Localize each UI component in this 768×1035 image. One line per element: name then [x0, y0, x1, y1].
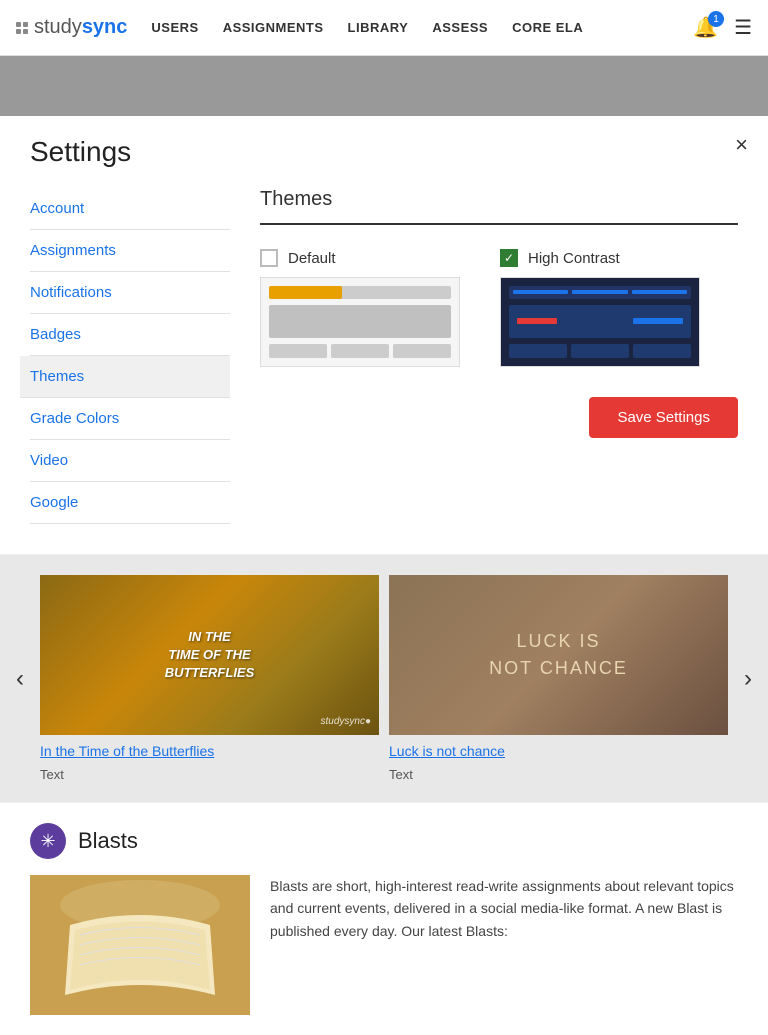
hc-nav-line-2: [572, 290, 627, 294]
carousel-image-luck: LUCK ISNOT CHANCE: [389, 575, 728, 735]
blasts-header: ✳ Blasts: [30, 823, 738, 859]
sidebar-item-video[interactable]: Video: [30, 440, 230, 482]
logo-dots-icon: [16, 22, 28, 34]
blasts-description: Blasts are short, high-interest read-wri…: [270, 875, 738, 1015]
sidebar-item-assignments[interactable]: Assignments: [30, 230, 230, 272]
carousel-item-luck: LUCK ISNOT CHANCE Luck is not chance Tex…: [389, 575, 728, 782]
carousel-items: In TheTime of theButterflies studysync● …: [40, 575, 728, 782]
theme-hc-text: High Contrast: [528, 250, 620, 267]
nav-assignments[interactable]: ASSIGNMENTS: [223, 20, 324, 35]
preview-default-footer: [269, 344, 451, 358]
hc-footer-block-3: [633, 344, 691, 358]
preview-default-body: [269, 305, 451, 338]
butterflies-image-text: In TheTime of theButterflies: [155, 618, 265, 693]
hero-banner: [0, 56, 768, 116]
hc-footer-block-2: [571, 344, 629, 358]
hc-preview-body: [509, 305, 691, 338]
carousel-prev-button[interactable]: ‹: [0, 605, 40, 753]
luck-link[interactable]: Luck is not chance: [389, 743, 728, 759]
hc-preview-header: [509, 286, 691, 299]
blasts-section: ✳ Blasts Blasts are short, high-interest…: [0, 802, 768, 1035]
preview-default-header: [269, 286, 451, 299]
logo-sync-text: sync: [82, 16, 128, 39]
save-row: Save Settings: [260, 397, 738, 438]
nav-core-ela[interactable]: CORE ELA: [512, 20, 583, 35]
carousel-item-butterflies: In TheTime of theButterflies studysync● …: [40, 575, 379, 782]
preview-footer-block-1: [269, 344, 327, 358]
theme-option-default: Default: [260, 249, 460, 367]
sidebar-item-notifications[interactable]: Notifications: [30, 272, 230, 314]
nav-assess[interactable]: ASSESS: [432, 20, 488, 35]
theme-option-high-contrast: High Contrast: [500, 249, 700, 367]
carousel-next-button[interactable]: ›: [728, 605, 768, 753]
hc-nav-line-1: [513, 290, 568, 294]
sidebar-item-themes[interactable]: Themes: [20, 356, 230, 398]
sidebar-item-account[interactable]: Account: [30, 188, 230, 230]
top-navigation: studysync USERS ASSIGNMENTS LIBRARY ASSE…: [0, 0, 768, 56]
theme-default-text: Default: [288, 250, 336, 267]
carousel-section: ‹ In TheTime of theButterflies studysync…: [0, 555, 768, 802]
blasts-icon: ✳: [30, 823, 66, 859]
nav-right: 🔔 1 ☰: [693, 15, 752, 40]
settings-panel: × Settings Account Assignments Notificat…: [0, 116, 768, 555]
luck-type: Text: [389, 767, 728, 782]
notification-bell[interactable]: 🔔 1: [693, 15, 718, 40]
nav-library[interactable]: LIBRARY: [348, 20, 409, 35]
hc-nav-line-3: [632, 290, 687, 294]
sidebar-item-badges[interactable]: Badges: [30, 314, 230, 356]
logo-study-text: study: [34, 16, 82, 39]
close-button[interactable]: ×: [735, 132, 748, 158]
blasts-title: Blasts: [78, 828, 138, 854]
settings-title: Settings: [30, 136, 738, 168]
carousel-image-butterflies: In TheTime of theButterflies studysync●: [40, 575, 379, 735]
themes-grid: Default: [260, 249, 738, 367]
logo[interactable]: studysync: [16, 16, 127, 39]
settings-body: Account Assignments Notifications Badges…: [30, 188, 738, 524]
butterflies-link[interactable]: In the Time of the Butterflies: [40, 743, 379, 759]
sidebar-item-grade-colors[interactable]: Grade Colors: [30, 398, 230, 440]
preview-footer-block-2: [331, 344, 389, 358]
nav-users[interactable]: USERS: [151, 20, 198, 35]
theme-hc-label[interactable]: High Contrast: [500, 249, 620, 267]
theme-default-preview: [260, 277, 460, 367]
preview-footer-block-3: [393, 344, 451, 358]
theme-hc-preview: [500, 277, 700, 367]
settings-main: Themes Default: [260, 188, 738, 524]
blasts-star-icon: ✳: [40, 831, 55, 852]
carousel-wrapper: ‹ In TheTime of theButterflies studysync…: [0, 555, 768, 802]
blasts-body: Blasts are short, high-interest read-wri…: [30, 875, 738, 1015]
theme-hc-checkbox[interactable]: [500, 249, 518, 267]
theme-default-checkbox[interactable]: [260, 249, 278, 267]
luck-image-text: LUCK ISNOT CHANCE: [489, 628, 628, 682]
hamburger-menu[interactable]: ☰: [734, 15, 752, 40]
save-settings-button[interactable]: Save Settings: [589, 397, 738, 438]
theme-default-label[interactable]: Default: [260, 249, 336, 267]
nav-links: USERS ASSIGNMENTS LIBRARY ASSESS CORE EL…: [151, 20, 693, 35]
studysync-watermark: studysync●: [320, 716, 371, 727]
hc-footer-block-1: [509, 344, 567, 358]
sidebar-item-google[interactable]: Google: [30, 482, 230, 524]
themes-title: Themes: [260, 188, 738, 225]
blasts-book-svg: [30, 875, 250, 1015]
settings-sidebar: Account Assignments Notifications Badges…: [30, 188, 230, 524]
butterflies-type: Text: [40, 767, 379, 782]
notification-count: 1: [708, 11, 724, 27]
blasts-image: [30, 875, 250, 1015]
hc-preview-footer: [509, 344, 691, 358]
